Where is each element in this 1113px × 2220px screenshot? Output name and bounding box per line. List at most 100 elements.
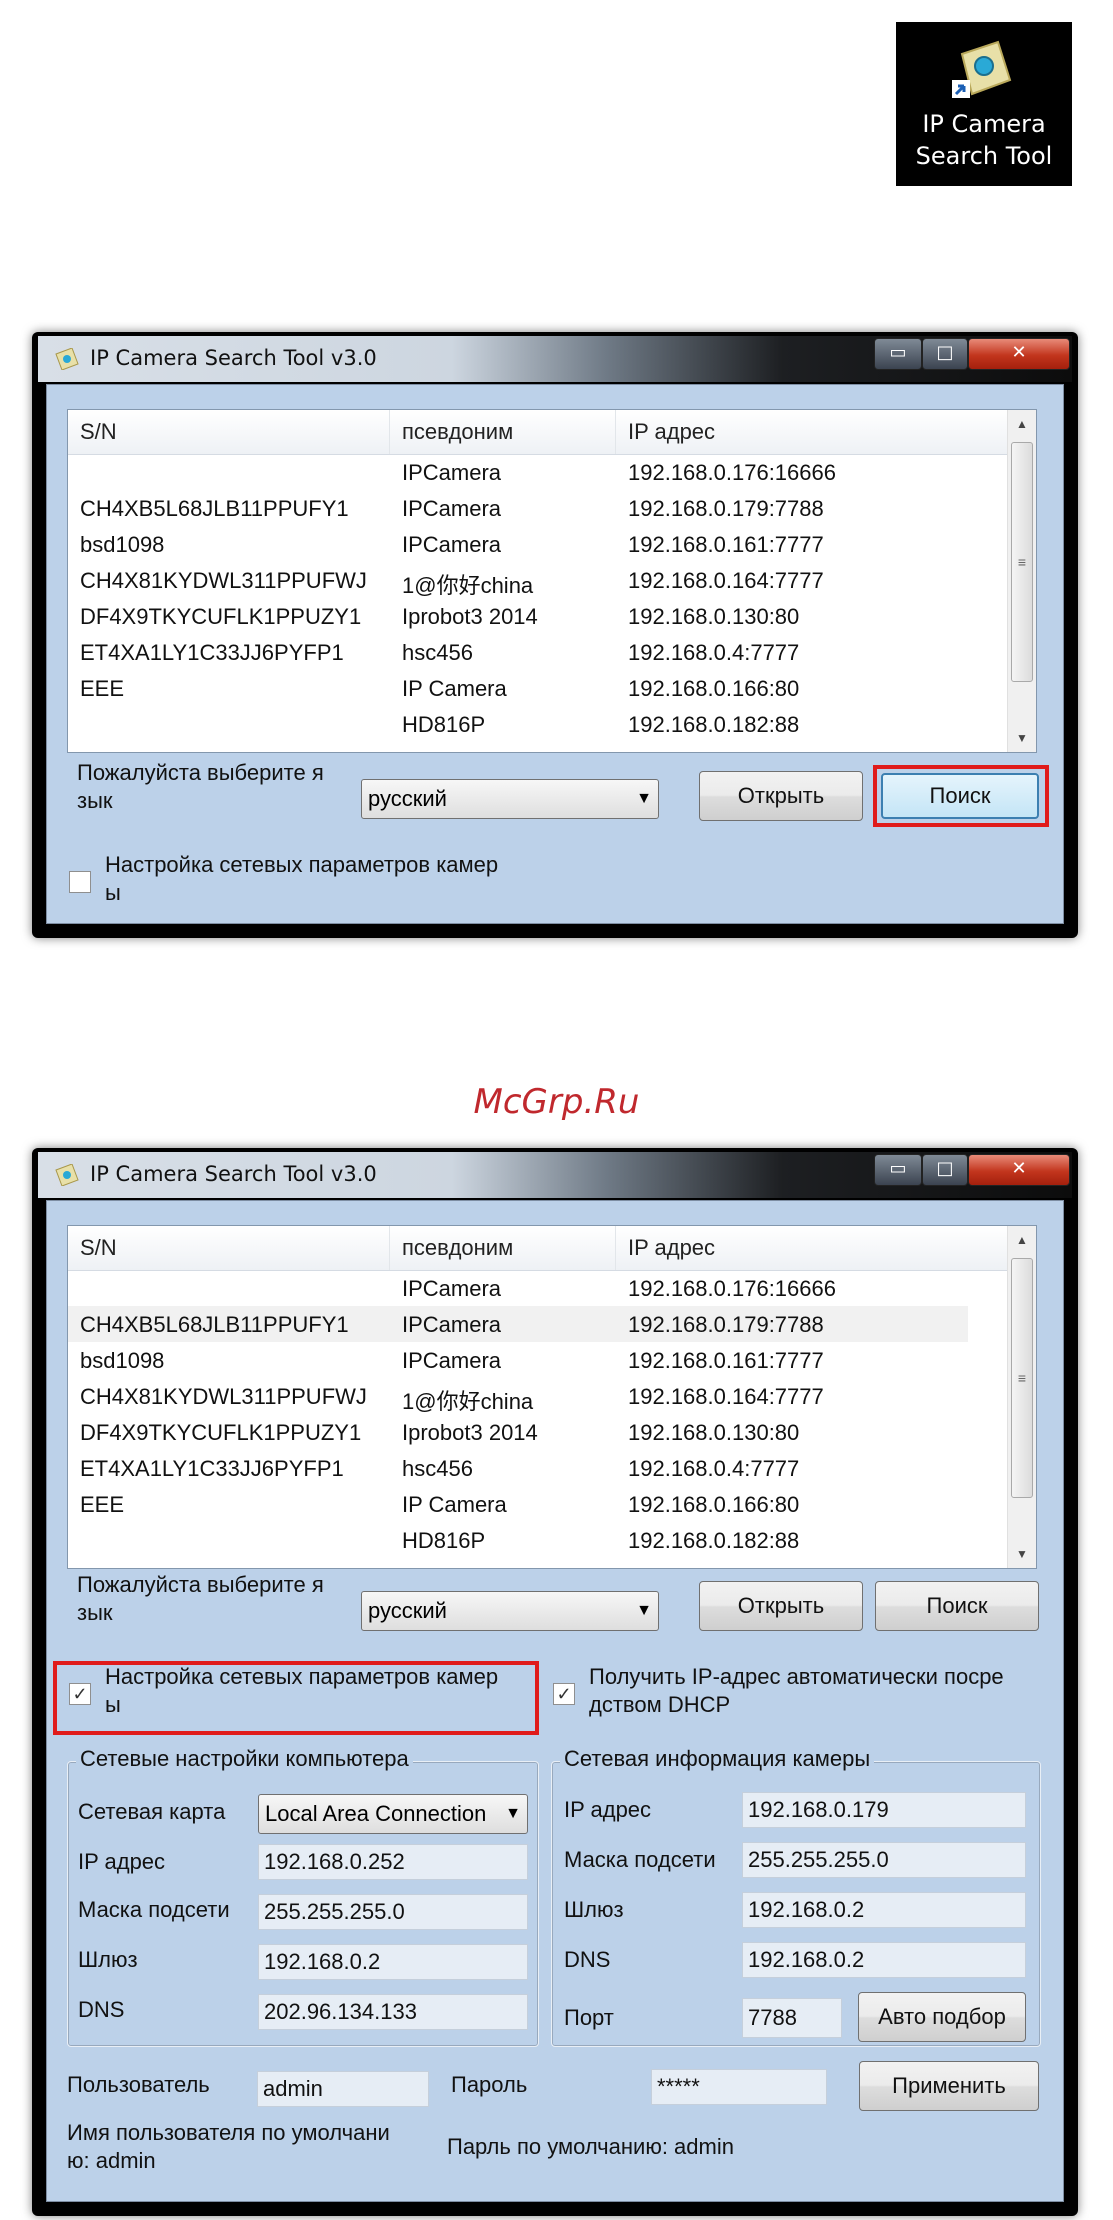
table-row[interactable]: DF4X9TKYCUFLK1PPUZY1 Iprobot3 2014 192.168… bbox=[68, 1414, 968, 1450]
dhcp-label: Получить IP-адрес автоматически посре дст… bbox=[589, 1664, 1004, 1717]
pc-mask-label: Маска подсети bbox=[78, 1897, 230, 1922]
cam-gateway-field[interactable]: 192.168.0.2 bbox=[742, 1892, 1026, 1928]
app-window-settings: IP Camera Search Tool v3.0 ▭ □ ✕ S/N псе… bbox=[32, 1148, 1078, 2216]
list-scrollbar[interactable]: ▲ ≡ ▼ bbox=[1007, 410, 1036, 752]
window-client-area: S/N псевдоним IP адрес IPCamera 192.168.0… bbox=[46, 384, 1064, 924]
net-settings-label: Настройка сетевых параметров камер ы bbox=[105, 852, 499, 905]
table-row[interactable]: bsd1098 IPCamera 192.168.0.161:7777 bbox=[68, 526, 968, 562]
pc-ip-field[interactable]: 192.168.0.252 bbox=[258, 1844, 528, 1880]
net-settings-checkbox[interactable] bbox=[69, 871, 91, 893]
scroll-thumb[interactable]: ≡ bbox=[1011, 1258, 1033, 1498]
scroll-thumb[interactable]: ≡ bbox=[1011, 442, 1033, 682]
title-bar[interactable]: IP Camera Search Tool v3.0 ▭ □ ✕ bbox=[38, 336, 1072, 382]
column-ip[interactable]: IP адрес bbox=[616, 1226, 1008, 1270]
table-row[interactable]: IPCamera 192.168.0.176:16666 bbox=[68, 1270, 968, 1306]
open-button[interactable]: Открыть bbox=[699, 1581, 863, 1631]
desktop-shortcut[interactable]: IP Camera Search Tool bbox=[896, 22, 1072, 186]
pc-mask-field[interactable]: 255.255.255.0 bbox=[258, 1894, 528, 1930]
password-field[interactable]: ***** bbox=[651, 2069, 827, 2105]
maximize-button[interactable]: □ bbox=[922, 1154, 968, 1186]
cam-port-field[interactable]: 7788 bbox=[742, 1998, 842, 2038]
camera-network-group: Сетевая информация камеры IP адрес 192.1… bbox=[551, 1746, 1041, 2047]
scroll-down-icon[interactable]: ▼ bbox=[1008, 1540, 1036, 1568]
language-label: Пожалуйста выберите я зык bbox=[77, 1572, 324, 1625]
cam-dns-field[interactable]: 192.168.0.2 bbox=[742, 1942, 1026, 1978]
pc-group-title: Сетевые настройки компьютера bbox=[76, 1746, 413, 1772]
list-header: S/N псевдоним IP адрес bbox=[68, 1226, 1008, 1271]
dhcp-checkbox[interactable]: ✓ bbox=[553, 1683, 575, 1705]
title-bar[interactable]: IP Camera Search Tool v3.0 ▭ □ ✕ bbox=[38, 1152, 1072, 1198]
app-title-icon bbox=[55, 1164, 79, 1186]
cam-dns-label: DNS bbox=[564, 1947, 611, 1972]
camera-list[interactable]: S/N псевдоним IP адрес IPCamera 192.168.0… bbox=[67, 1225, 1037, 1569]
list-header: S/N псевдоним IP адрес bbox=[68, 410, 1008, 455]
app-window-search: IP Camera Search Tool v3.0 ▭ □ ✕ S/N псе… bbox=[32, 332, 1078, 938]
column-ip[interactable]: IP адрес bbox=[616, 410, 1008, 454]
column-sn[interactable]: S/N bbox=[68, 410, 390, 454]
adapter-select-value: Local Area Connection bbox=[265, 1801, 485, 1826]
net-settings-checkbox[interactable]: ✓ bbox=[69, 1683, 91, 1705]
watermark: McGrp.Ru bbox=[473, 1082, 640, 1122]
open-button[interactable]: Открыть bbox=[699, 771, 863, 821]
pc-dns-field[interactable]: 202.96.134.133 bbox=[258, 1994, 528, 2030]
scroll-up-icon[interactable]: ▲ bbox=[1008, 1226, 1036, 1254]
chevron-down-icon: ▼ bbox=[636, 790, 652, 807]
apply-button[interactable]: Применить bbox=[859, 2061, 1039, 2111]
desktop-shortcut-label: IP Camera Search Tool bbox=[915, 110, 1053, 170]
language-label: Пожалуйста выберите я зык bbox=[77, 760, 324, 813]
adapter-select[interactable]: Local Area Connection ▼ bbox=[258, 1794, 528, 1834]
column-sn[interactable]: S/N bbox=[68, 1226, 390, 1270]
table-row[interactable]: CH4X81KYDWL311PPUFWJ 1@你好china 192.168.0.1… bbox=[68, 562, 968, 598]
pc-network-group: Сетевые настройки компьютера Сетевая кар… bbox=[67, 1746, 539, 2047]
pc-dns-label: DNS bbox=[78, 1997, 125, 2022]
search-button[interactable]: Поиск bbox=[875, 1581, 1039, 1631]
camera-list[interactable]: S/N псевдоним IP адрес IPCamera 192.168.0… bbox=[67, 409, 1037, 753]
scroll-up-icon[interactable]: ▲ bbox=[1008, 410, 1036, 438]
cam-ip-label: IP адрес bbox=[564, 1797, 652, 1822]
list-scrollbar[interactable]: ▲ ≡ ▼ bbox=[1007, 1226, 1036, 1568]
language-select-value: русский bbox=[368, 786, 447, 811]
close-button[interactable]: ✕ bbox=[968, 338, 1070, 370]
cam-mask-field[interactable]: 255.255.255.0 bbox=[742, 1842, 1026, 1878]
language-select[interactable]: русский ▼ bbox=[361, 1591, 659, 1631]
cam-ip-field[interactable]: 192.168.0.179 bbox=[742, 1792, 1026, 1828]
cam-port-label: Порт bbox=[564, 2005, 614, 2030]
minimize-button[interactable]: ▭ bbox=[874, 1154, 922, 1186]
adapter-label: Сетевая карта bbox=[78, 1799, 226, 1824]
pc-gateway-field[interactable]: 192.168.0.2 bbox=[258, 1944, 528, 1980]
camera-search-app-icon bbox=[952, 40, 1012, 98]
table-row[interactable]: IPCamera 192.168.0.176:16666 bbox=[68, 454, 968, 490]
maximize-button[interactable]: □ bbox=[922, 338, 968, 370]
table-row[interactable]: EEE IP Camera 192.168.0.166:80 bbox=[68, 1486, 968, 1522]
table-row[interactable]: CH4XB5L68JLB11PPUFY1 IPCamera 192.168.0.17… bbox=[68, 490, 968, 526]
table-row[interactable]: DF4X9TKYCUFLK1PPUZY1 Iprobot3 2014 192.168… bbox=[68, 598, 968, 634]
language-select-value: русский bbox=[368, 1598, 447, 1623]
scroll-down-icon[interactable]: ▼ bbox=[1008, 724, 1036, 752]
language-select[interactable]: русский ▼ bbox=[361, 779, 659, 819]
cam-gateway-label: Шлюз bbox=[564, 1897, 624, 1922]
camera-group-title: Сетевая информация камеры bbox=[560, 1746, 875, 1772]
chevron-down-icon: ▼ bbox=[505, 1805, 521, 1822]
table-row[interactable]: HD816P 192.168.0.182:88 bbox=[68, 1522, 968, 1558]
table-row[interactable]: HD816P 192.168.0.182:88 bbox=[68, 706, 968, 742]
close-button[interactable]: ✕ bbox=[968, 1154, 1070, 1186]
table-row[interactable]: bsd1098 IPCamera 192.168.0.161:7777 bbox=[68, 1342, 968, 1378]
app-title-icon bbox=[55, 348, 79, 370]
chevron-down-icon: ▼ bbox=[636, 1602, 652, 1619]
column-alias[interactable]: псевдоним bbox=[390, 410, 616, 454]
default-password-note: Парль по умолчанию: admin bbox=[447, 2134, 734, 2159]
table-row[interactable]: ET4XA1LY1C33JJ6PYFP1 hsc456 192.168.0.4:77… bbox=[68, 634, 968, 670]
window-client-area: S/N псевдоним IP адрес IPCamera 192.168.0… bbox=[46, 1200, 1064, 2202]
table-row[interactable]: EEE IP Camera 192.168.0.166:80 bbox=[68, 670, 968, 706]
table-row-selected[interactable]: CH4XB5L68JLB11PPUFY1 IPCamera 192.168.0.17… bbox=[68, 1306, 968, 1342]
table-row[interactable]: ET4XA1LY1C33JJ6PYFP1 hsc456 192.168.0.4:77… bbox=[68, 1450, 968, 1486]
default-user-note: Имя пользователя по умолчани ю: admin bbox=[67, 2120, 390, 2173]
pc-ip-label: IP адрес bbox=[78, 1849, 166, 1874]
password-label: Пароль bbox=[451, 2072, 528, 2097]
minimize-button[interactable]: ▭ bbox=[874, 338, 922, 370]
auto-detect-button[interactable]: Авто подбор bbox=[858, 1992, 1026, 2042]
column-alias[interactable]: псевдоним bbox=[390, 1226, 616, 1270]
user-field[interactable]: admin bbox=[257, 2071, 429, 2107]
table-row[interactable]: CH4X81KYDWL311PPUFWJ 1@你好china 192.168.0.1… bbox=[68, 1378, 968, 1414]
highlight-box bbox=[873, 765, 1049, 827]
